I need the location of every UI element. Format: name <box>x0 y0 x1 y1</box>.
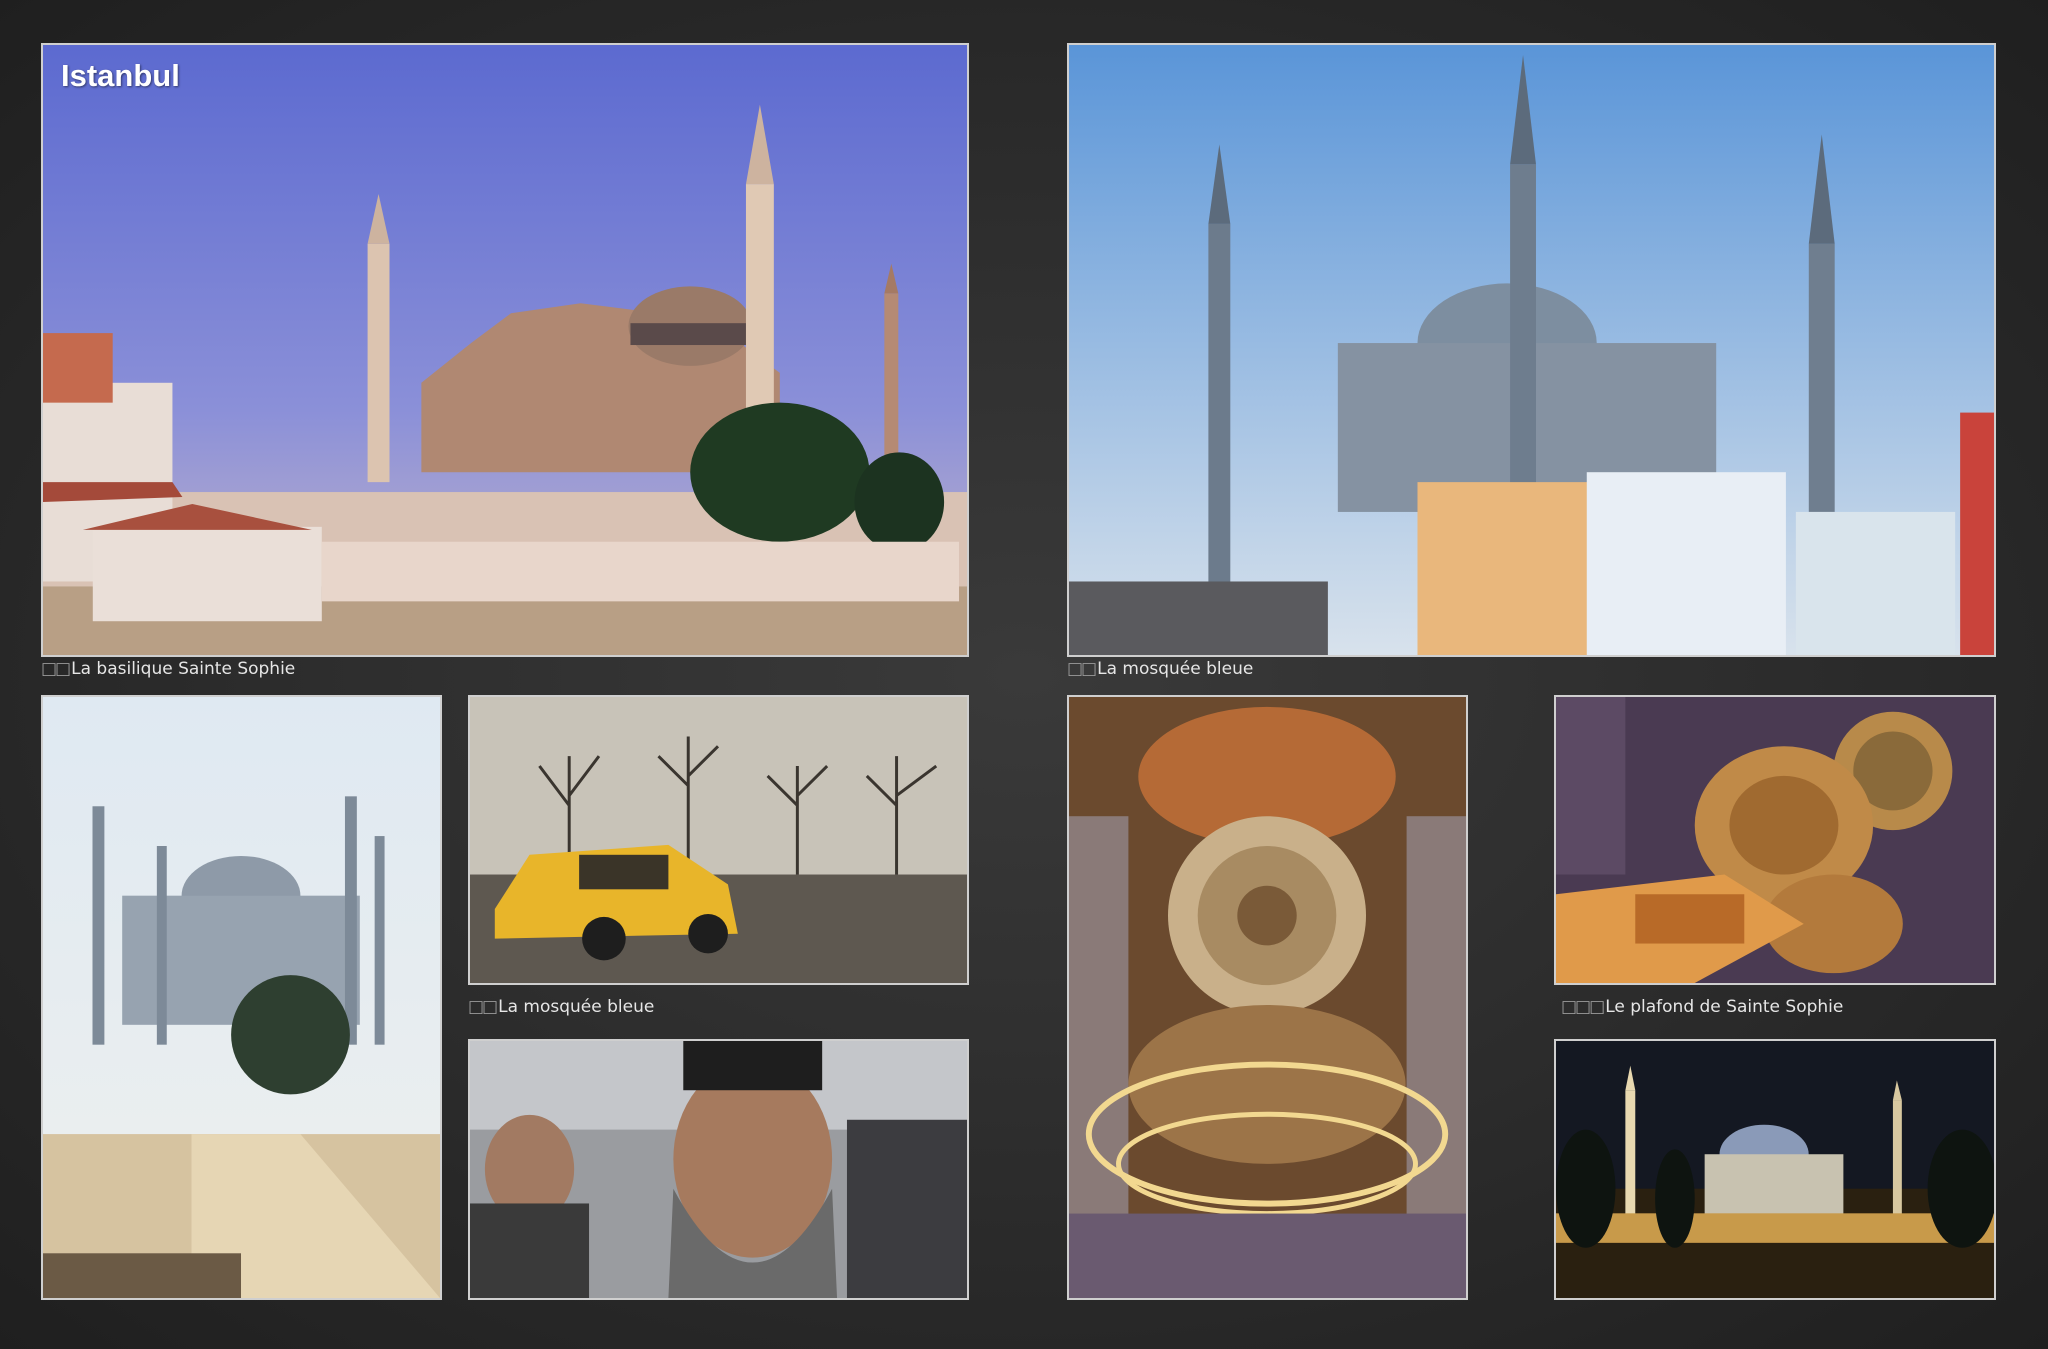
yellow-taxi-photo <box>468 695 969 985</box>
caption-ceiling: □□□ Le plafond de Sainte Sophie <box>1561 997 1843 1017</box>
album-title: Istanbul <box>61 58 180 93</box>
caption-blue-mosque-street: □□ La mosquée bleue <box>468 997 654 1017</box>
dome-interior-photo <box>1067 695 1468 1300</box>
caption-marker: □□ <box>1067 659 1097 679</box>
hagia-sophia-photo <box>41 43 969 657</box>
caption-marker: □□ <box>41 659 71 679</box>
blue-mosque-park-photo <box>41 695 442 1300</box>
night-mosque-photo <box>1554 1039 1996 1300</box>
blue-mosque-photo <box>1067 43 1996 657</box>
caption-blue-mosque-top: □□ La mosquée bleue <box>1067 659 1253 679</box>
caption-text: La mosquée bleue <box>498 997 655 1017</box>
caption-text: La mosquée bleue <box>1097 659 1254 679</box>
caption-marker: □□ <box>468 997 498 1017</box>
caption-marker: □□□ <box>1561 997 1605 1017</box>
bearded-man-photo <box>468 1039 969 1300</box>
caption-hagia-sophia: □□ La basilique Sainte Sophie <box>41 659 295 679</box>
caption-text: La basilique Sainte Sophie <box>71 659 296 679</box>
caption-text: Le plafond de Sainte Sophie <box>1605 997 1844 1017</box>
ceiling-photo <box>1554 695 1996 985</box>
